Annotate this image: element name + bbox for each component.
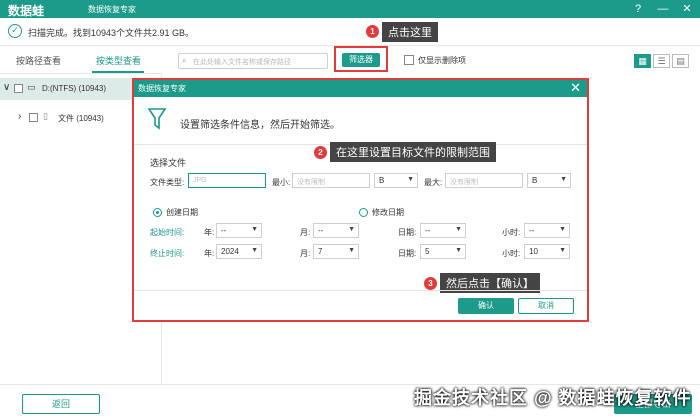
- day-label: 日期:: [398, 228, 417, 237]
- grid-view-icon[interactable]: ▦: [634, 54, 651, 68]
- check-icon: ✓: [8, 24, 22, 38]
- caret-down-icon: ▼: [455, 247, 462, 254]
- start-hour-select[interactable]: -- ▼: [524, 223, 570, 238]
- caret-down-icon: ▼: [455, 226, 462, 233]
- show-deleted-checkbox[interactable]: [404, 55, 414, 65]
- help-icon[interactable]: ?: [630, 1, 646, 17]
- start-month-select[interactable]: -- ▼: [313, 223, 359, 238]
- end-time-label: 终止时间:: [150, 249, 185, 258]
- chevron-down-icon[interactable]: ∨: [3, 82, 10, 93]
- drive-icon: ▭: [27, 82, 36, 92]
- min-size-label: 最小:: [272, 178, 291, 187]
- back-button[interactable]: 返回: [22, 394, 100, 414]
- minimize-icon[interactable]: —: [655, 1, 671, 17]
- end-hour-select[interactable]: 10 ▼: [524, 244, 570, 259]
- start-year-select[interactable]: -- ▼: [216, 223, 262, 238]
- divider: [134, 290, 587, 291]
- close-icon[interactable]: ✕: [570, 80, 581, 96]
- search-icon: ⌕: [182, 56, 187, 65]
- list-view-icon[interactable]: ☰: [653, 54, 670, 68]
- callout-number: 2: [314, 146, 327, 159]
- year-label: 年:: [204, 228, 215, 237]
- max-size-label: 最大:: [424, 178, 443, 187]
- day-label: 日期:: [398, 249, 417, 258]
- caret-down-icon: ▼: [348, 226, 355, 233]
- view-tabs: 按路径查看 按类型查看: [0, 46, 162, 74]
- max-unit-select[interactable]: B ▼: [527, 173, 571, 188]
- callout-number: 3: [424, 277, 437, 290]
- year-label: 年:: [204, 249, 215, 258]
- tree-checkbox[interactable]: [14, 84, 23, 93]
- status-bar: ✓ 扫描完成。找到10943个文件共2.91 GB。: [0, 18, 700, 46]
- dialog-intro-text: 设置筛选条件信息，然后开始筛选。: [180, 120, 340, 131]
- funnel-icon: [148, 108, 166, 130]
- hour-label: 小时:: [502, 228, 521, 237]
- scan-status-text: 扫描完成。找到10943个文件共2.91 GB。: [28, 28, 195, 38]
- search-placeholder: 在此处输入文件名称或保存路径: [193, 59, 291, 66]
- app-logo: 数据蛙: [8, 4, 45, 18]
- caret-down-icon: ▼: [251, 226, 258, 233]
- end-month-select[interactable]: 7 ▼: [313, 244, 359, 259]
- tree-item-label: D:(NTFS) (10943): [42, 84, 107, 93]
- caret-down-icon: ▼: [560, 176, 567, 183]
- file-type-input[interactable]: JPG: [188, 173, 266, 188]
- caret-down-icon: ▼: [348, 247, 355, 254]
- tab-by-type[interactable]: 按类型查看: [96, 54, 141, 67]
- callout-text: 点击这里: [382, 22, 438, 42]
- dialog-title-bar: 数据恢复专家 ✕: [134, 80, 587, 97]
- caret-down-icon: ▼: [407, 176, 414, 183]
- detail-view-icon[interactable]: ▤: [672, 54, 689, 68]
- cancel-button[interactable]: 取消: [518, 298, 574, 314]
- tab-by-path[interactable]: 按路径查看: [16, 54, 61, 67]
- start-day-select[interactable]: -- ▼: [420, 223, 466, 238]
- search-input[interactable]: ⌕ 在此处输入文件名称或保存路径: [178, 53, 328, 69]
- min-size-input[interactable]: 没有限制: [292, 173, 370, 188]
- modify-date-label: 修改日期: [372, 208, 404, 217]
- caret-down-icon: ▼: [559, 226, 566, 233]
- create-date-radio[interactable]: [153, 208, 162, 217]
- tree-item-label: 文件 (10943): [58, 114, 104, 123]
- create-date-label: 创建日期: [166, 208, 198, 217]
- start-time-label: 起始时间:: [150, 228, 185, 237]
- filter-button[interactable]: 筛选器: [342, 53, 380, 67]
- callout-text: 在这里设置目标文件的限制范围: [330, 142, 496, 162]
- month-label: 月:: [300, 249, 311, 258]
- callout-number: 1: [366, 25, 379, 38]
- file-icon: ▯: [43, 111, 48, 121]
- confirm-button[interactable]: 确认: [458, 298, 514, 314]
- close-icon[interactable]: ✕: [679, 1, 695, 17]
- min-unit-select[interactable]: B ▼: [374, 173, 418, 188]
- max-size-input[interactable]: 没有限制: [445, 173, 523, 188]
- dialog-title: 数据恢复专家: [138, 84, 186, 93]
- chevron-right-icon[interactable]: ›: [18, 111, 21, 122]
- tree-checkbox[interactable]: [29, 113, 38, 122]
- caret-down-icon: ▼: [251, 247, 258, 254]
- file-type-label: 文件类型:: [150, 178, 185, 187]
- month-label: 月:: [300, 228, 311, 237]
- caret-down-icon: ▼: [559, 247, 566, 254]
- active-tab-indicator: [92, 71, 144, 73]
- watermark: 掘金技术社区 @ 数据蛙恢复软件: [414, 388, 692, 408]
- section-title: 选择文件: [150, 158, 187, 168]
- end-day-select[interactable]: 5 ▼: [420, 244, 466, 259]
- modify-date-radio[interactable]: [359, 208, 368, 217]
- app-subtitle: 数据恢复专家: [88, 5, 136, 14]
- title-bar: 数据蛙 数据恢复专家 ? — ✕: [0, 0, 700, 18]
- hour-label: 小时:: [502, 249, 521, 258]
- show-deleted-label: 仅显示删除项: [418, 56, 466, 65]
- end-year-select[interactable]: 2024 ▼: [216, 244, 262, 259]
